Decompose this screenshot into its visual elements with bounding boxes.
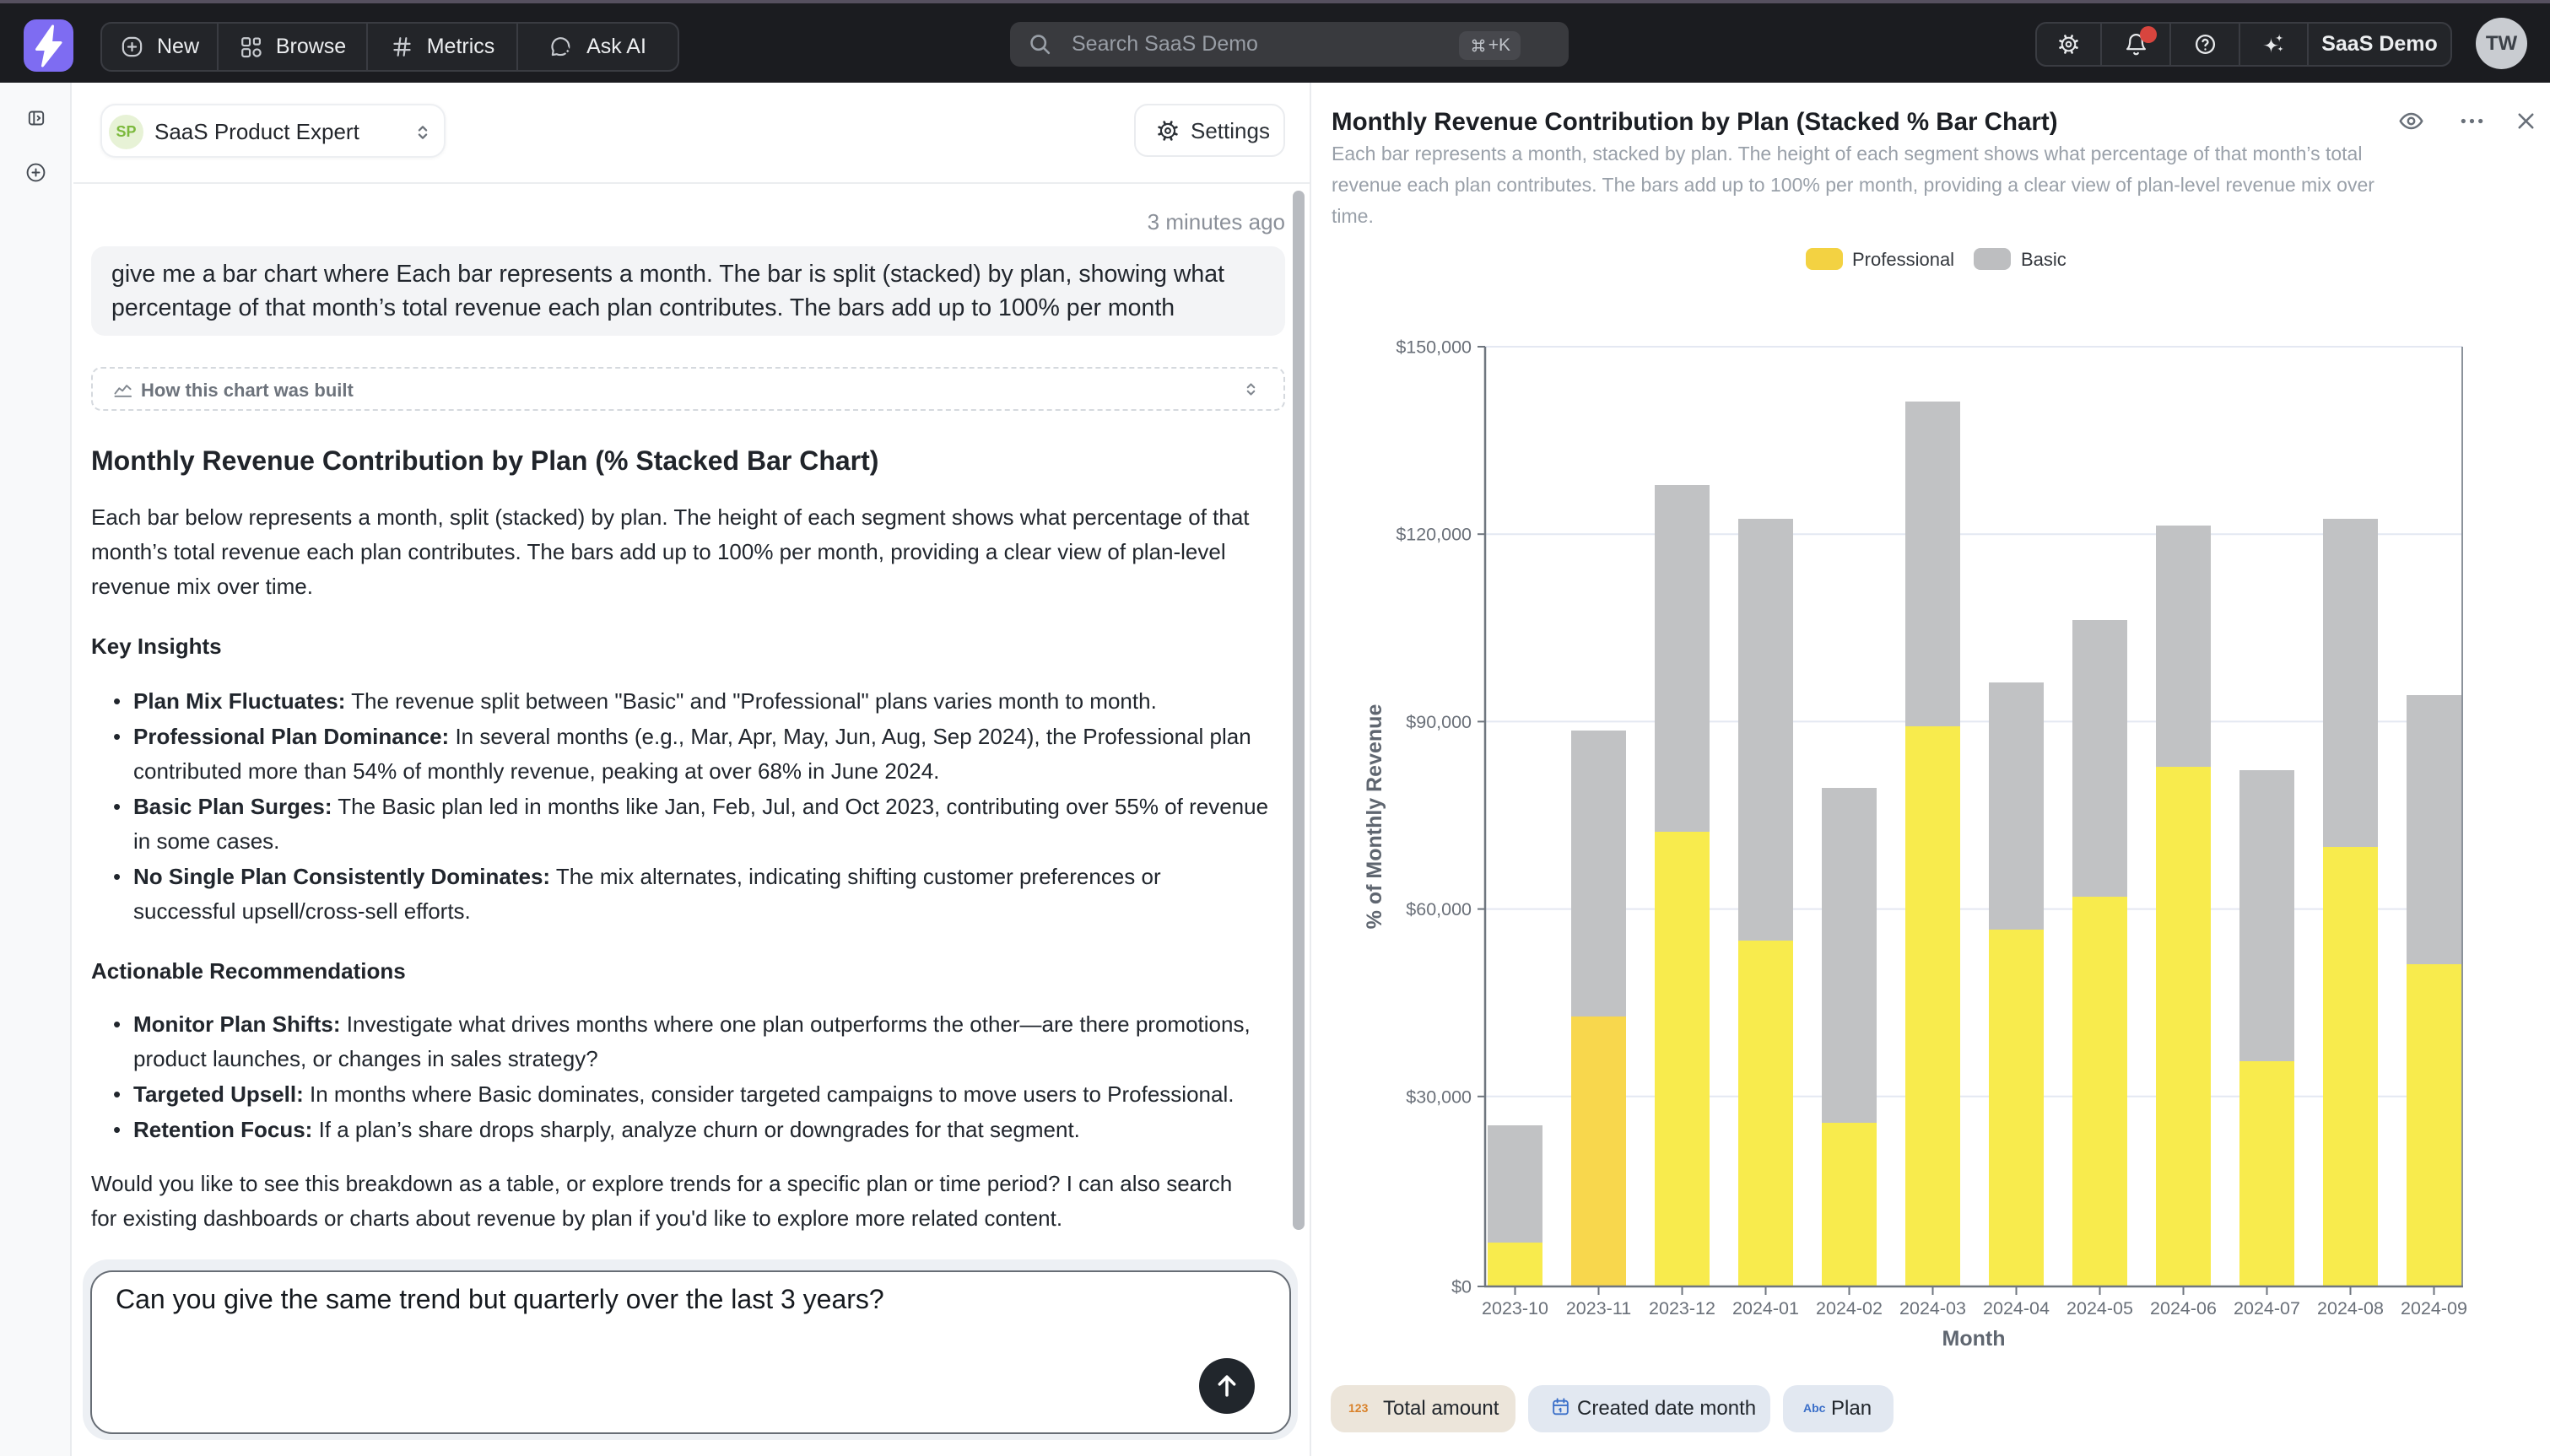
svg-text:$120,000: $120,000 xyxy=(1396,525,1472,545)
svg-text:$150,000: $150,000 xyxy=(1396,337,1472,358)
svg-text:2023-11: 2023-11 xyxy=(1566,1298,1631,1318)
svg-text:$30,000: $30,000 xyxy=(1406,1087,1472,1107)
svg-text:$0: $0 xyxy=(1451,1277,1472,1297)
svg-text:Month: Month xyxy=(1942,1327,2006,1351)
svg-text:2024-07: 2024-07 xyxy=(2234,1298,2300,1318)
svg-text:2024-08: 2024-08 xyxy=(2317,1298,2384,1318)
svg-text:2023-10: 2023-10 xyxy=(1482,1298,1548,1318)
svg-text:2024-02: 2024-02 xyxy=(1816,1298,1883,1318)
svg-text:2024-01: 2024-01 xyxy=(1732,1298,1799,1318)
svg-text:2024-05: 2024-05 xyxy=(2066,1298,2133,1318)
svg-text:2024-03: 2024-03 xyxy=(1899,1298,1966,1318)
svg-text:2024-06: 2024-06 xyxy=(2150,1298,2217,1318)
svg-text:$60,000: $60,000 xyxy=(1406,899,1472,919)
svg-text:2023-12: 2023-12 xyxy=(1649,1298,1715,1318)
svg-text:2024-04: 2024-04 xyxy=(1983,1298,2050,1318)
svg-text:% of Monthly Revenue: % of Monthly Revenue xyxy=(1363,704,1386,930)
svg-text:2024-09: 2024-09 xyxy=(2401,1298,2467,1318)
svg-text:$90,000: $90,000 xyxy=(1406,712,1472,732)
